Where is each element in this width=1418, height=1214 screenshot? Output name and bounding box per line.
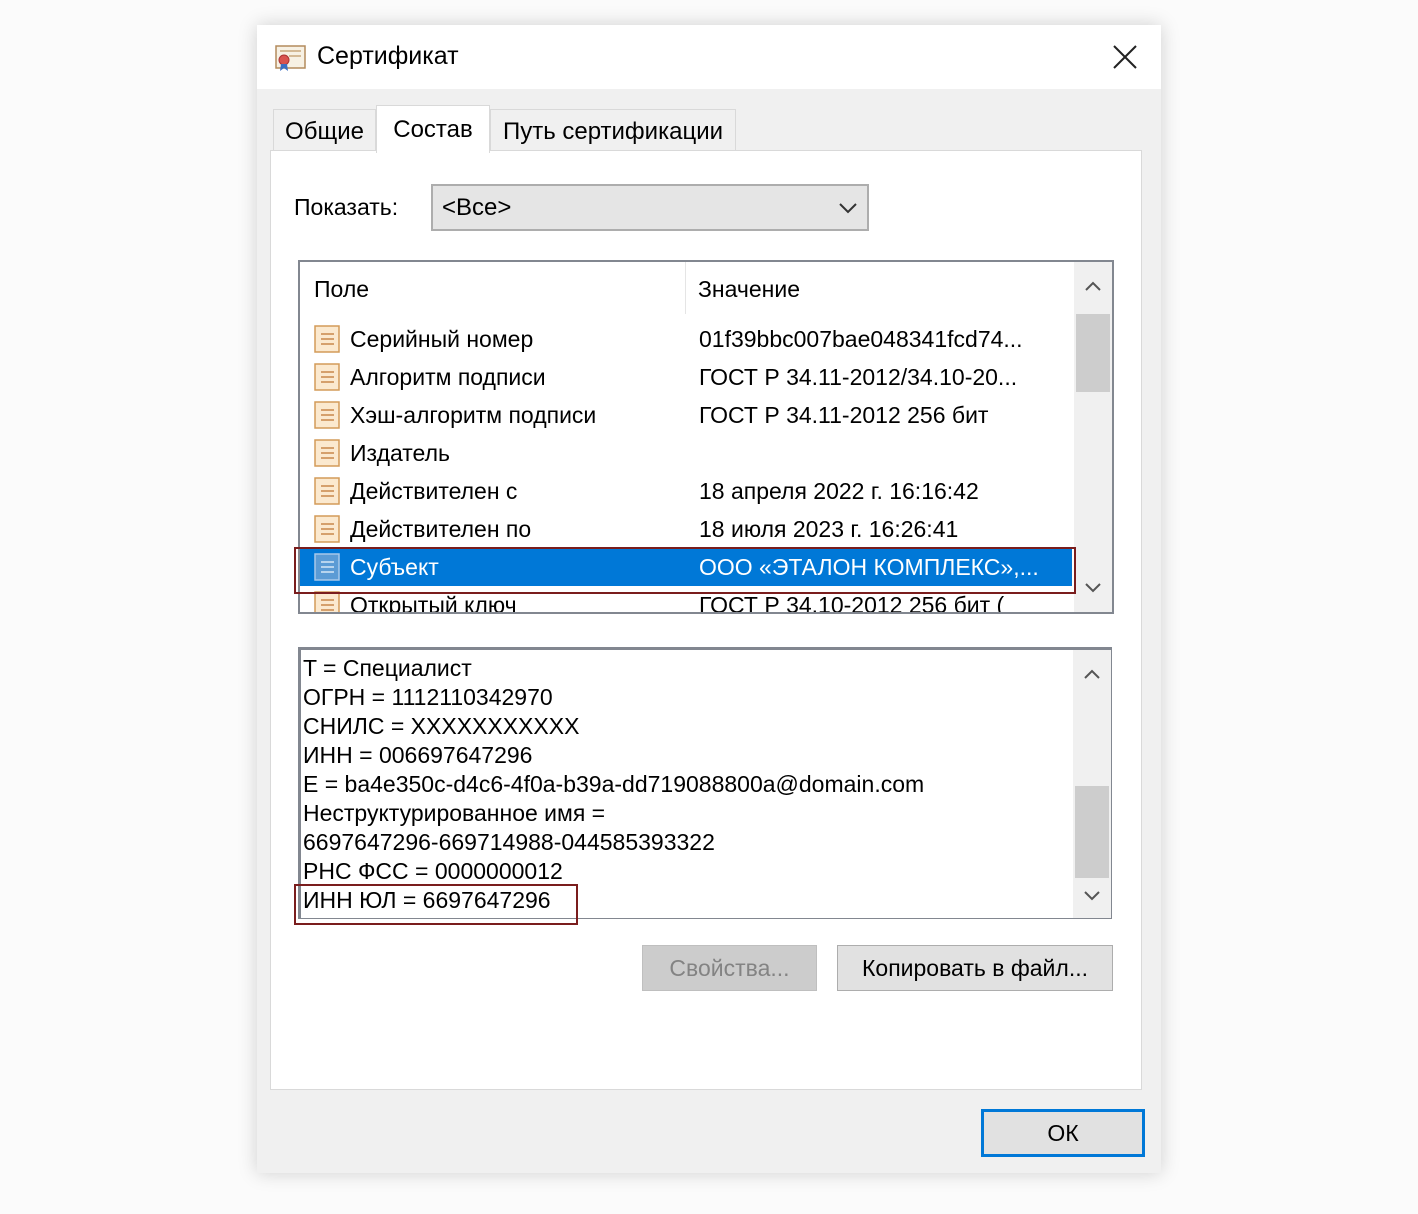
tab-certification-path[interactable]: Путь сертификации bbox=[490, 109, 736, 153]
detail-scrollbar[interactable] bbox=[1073, 650, 1111, 918]
show-label: Показать: bbox=[294, 194, 399, 220]
detail-line: ИНН = 006697647296 bbox=[303, 742, 533, 768]
show-dropdown[interactable]: <Все> bbox=[431, 184, 869, 231]
field-row[interactable]: Открытый ключ ГОСТ Р 34.10-2012 256 бит … bbox=[300, 586, 1072, 614]
field-row[interactable]: Алгоритм подписи ГОСТ Р 34.11-2012/34.10… bbox=[300, 358, 1072, 396]
field-icon bbox=[312, 362, 342, 392]
scroll-thumb[interactable] bbox=[1075, 786, 1109, 878]
title-bar: Сертификат bbox=[257, 25, 1161, 89]
field-value: ГОСТ Р 34.10-2012 256 бит ( bbox=[699, 592, 1005, 614]
show-dropdown-value: <Все> bbox=[442, 194, 512, 221]
chevron-up-icon bbox=[1084, 669, 1100, 679]
chevron-down-icon bbox=[1085, 583, 1101, 593]
detail-line: E = ba4e350c-d4c6-4f0a-b39a-dd719088800a… bbox=[303, 771, 925, 797]
field-name: Алгоритм подписи bbox=[350, 364, 546, 390]
certificate-icon bbox=[275, 43, 307, 73]
field-value: 18 июля 2023 г. 16:26:41 bbox=[699, 516, 959, 542]
field-value: ООО «ЭТАЛОН КОМПЛЕКС»,... bbox=[699, 554, 1039, 580]
detail-line: ИНН ЮЛ = 6697647296 bbox=[303, 887, 551, 913]
properties-button[interactable]: Свойства... bbox=[642, 945, 817, 991]
scroll-thumb[interactable] bbox=[1076, 314, 1110, 392]
detail-line: T = Специалист bbox=[303, 655, 472, 681]
field-row[interactable]: Издатель bbox=[300, 434, 1072, 472]
field-name: Серийный номер bbox=[350, 326, 534, 352]
field-row-selected[interactable]: Субъект ООО «ЭТАЛОН КОМПЛЕКС»,... bbox=[300, 548, 1072, 586]
field-list[interactable]: Поле Значение Серийный номер 01f39bbc007… bbox=[298, 260, 1114, 614]
scroll-down-button[interactable] bbox=[1073, 876, 1111, 916]
field-row[interactable]: Действителен с 18 апреля 2022 г. 16:16:4… bbox=[300, 472, 1072, 510]
field-icon bbox=[312, 476, 342, 506]
scroll-up-button[interactable] bbox=[1074, 266, 1112, 306]
field-value: 01f39bbc007bae048341fcd74... bbox=[699, 326, 1023, 352]
field-name: Действителен с bbox=[350, 478, 518, 504]
field-detail-box[interactable]: T = Специалист ОГРН = 1112110342970 СНИЛ… bbox=[298, 647, 1112, 919]
field-icon bbox=[312, 438, 342, 468]
detail-line: 6697647296-669714988-044585393322 bbox=[303, 829, 715, 855]
copy-to-file-button[interactable]: Копировать в файл... bbox=[837, 945, 1113, 991]
chevron-up-icon bbox=[1085, 281, 1101, 291]
detail-line: СНИЛС = XXXXXXXXXXX bbox=[303, 713, 580, 739]
ok-button[interactable]: ОК bbox=[981, 1109, 1145, 1157]
field-row[interactable]: Действителен по 18 июля 2023 г. 16:26:41 bbox=[300, 510, 1072, 548]
field-icon bbox=[312, 324, 342, 354]
field-value: ГОСТ Р 34.11-2012 256 бит bbox=[699, 402, 989, 428]
field-list-scrollbar[interactable] bbox=[1074, 262, 1112, 612]
detail-line: Неструктурированное имя = bbox=[303, 800, 606, 826]
field-name: Открытый ключ bbox=[350, 592, 517, 614]
field-icon bbox=[312, 552, 342, 582]
field-row[interactable]: Серийный номер 01f39bbc007bae048341fcd74… bbox=[300, 320, 1072, 358]
field-row[interactable]: Хэш-алгоритм подписи ГОСТ Р 34.11-2012 2… bbox=[300, 396, 1072, 434]
tab-general[interactable]: Общие bbox=[273, 109, 376, 153]
scroll-down-button[interactable] bbox=[1074, 568, 1112, 608]
field-value: ГОСТ Р 34.11-2012/34.10-20... bbox=[699, 364, 1018, 390]
field-name: Субъект bbox=[350, 554, 439, 580]
field-icon bbox=[312, 514, 342, 544]
field-name: Издатель bbox=[350, 440, 450, 466]
field-name: Действителен по bbox=[350, 516, 532, 542]
tab-details[interactable]: Состав bbox=[376, 105, 490, 153]
chevron-down-icon bbox=[1084, 891, 1100, 901]
field-name: Хэш-алгоритм подписи bbox=[350, 402, 597, 428]
field-value: 18 апреля 2022 г. 16:16:42 bbox=[699, 478, 979, 504]
column-header-value[interactable]: Значение bbox=[698, 272, 800, 306]
certificate-dialog: Сертификат Общие Состав Путь сертификаци… bbox=[257, 25, 1161, 1173]
close-button[interactable] bbox=[1105, 37, 1145, 77]
close-icon bbox=[1113, 45, 1137, 69]
chevron-down-icon bbox=[839, 203, 857, 214]
field-icon bbox=[312, 590, 342, 612]
detail-line: ОГРН = 1112110342970 bbox=[303, 684, 553, 710]
column-divider[interactable] bbox=[685, 262, 686, 314]
field-icon bbox=[312, 400, 342, 430]
scroll-up-button[interactable] bbox=[1073, 654, 1111, 694]
column-header-field[interactable]: Поле bbox=[314, 272, 369, 306]
detail-line: РНС ФСС = 0000000012 bbox=[303, 858, 563, 884]
window-title: Сертификат bbox=[317, 42, 459, 70]
